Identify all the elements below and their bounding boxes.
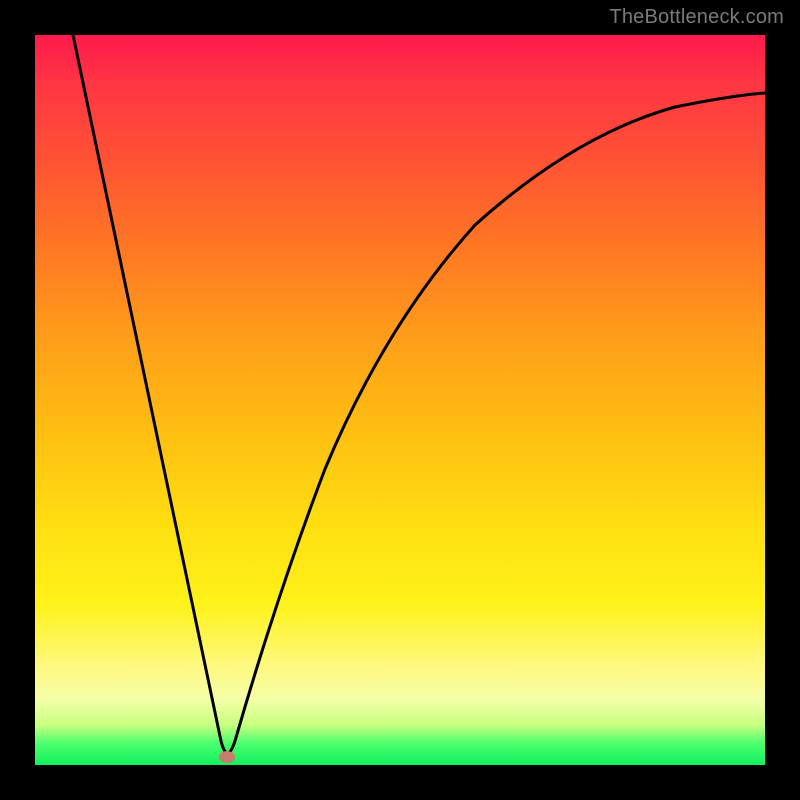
attribution-text: TheBottleneck.com <box>609 6 784 29</box>
bottleneck-curve <box>35 35 765 765</box>
curve-path <box>73 35 765 753</box>
minimum-marker <box>219 751 235 763</box>
chart-frame: TheBottleneck.com <box>0 0 800 800</box>
plot-area <box>35 35 765 765</box>
